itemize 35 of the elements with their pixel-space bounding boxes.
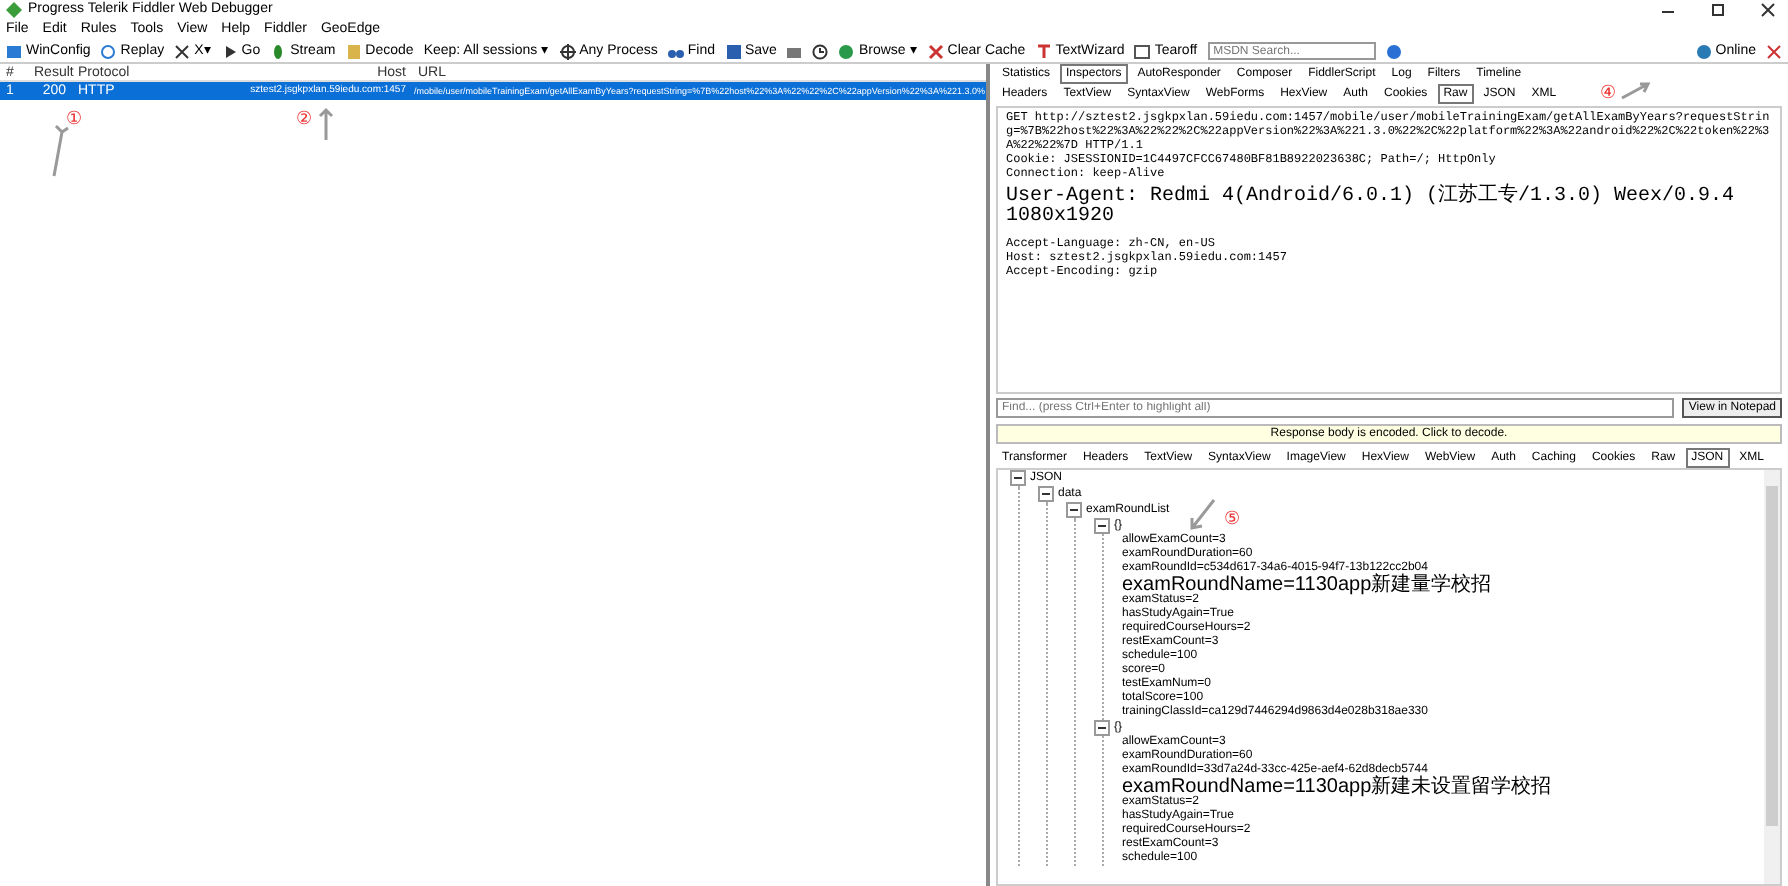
window-icon — [1134, 43, 1151, 59]
annotation-number: ② — [296, 110, 312, 128]
collapse-icon[interactable] — [1038, 486, 1054, 502]
arrow-drawing — [1190, 498, 1216, 530]
clock-icon — [812, 43, 829, 59]
arrow-drawing — [52, 124, 70, 178]
tree-node[interactable]: examRoundName=1130app新建量学校招 — [1122, 576, 1492, 594]
annotation-number: ① — [66, 110, 82, 128]
annotation-number: ④ — [1600, 84, 1616, 102]
globe-icon — [838, 43, 855, 59]
globe-icon — [1695, 43, 1712, 59]
document-icon — [345, 43, 362, 59]
collapse-icon[interactable] — [1094, 518, 1110, 534]
arrow-drawing — [318, 107, 334, 142]
text-icon — [1035, 43, 1052, 59]
close-icon — [174, 43, 191, 59]
play-icon — [221, 43, 238, 59]
scrollbar-thumb[interactable] — [1766, 486, 1778, 826]
collapse-icon[interactable] — [1094, 720, 1110, 736]
help-icon — [1385, 43, 1402, 59]
crosshair-icon — [559, 43, 576, 59]
diamond-logo-icon — [6, 2, 22, 18]
collapse-icon[interactable] — [1010, 470, 1026, 486]
floppy-icon — [725, 43, 741, 59]
arrow-drawing — [1620, 82, 1651, 100]
maximize-icon — [1710, 2, 1726, 18]
close-icon — [1760, 2, 1776, 18]
tree-node[interactable]: examRoundName=1130app新建未设置留学校招 — [1122, 778, 1552, 796]
refresh-icon — [100, 43, 117, 59]
close-icon — [1766, 43, 1782, 59]
scrollbar[interactable] — [1764, 470, 1780, 884]
annotation-number: ⑤ — [1224, 510, 1240, 528]
x-icon — [927, 43, 944, 59]
collapse-icon[interactable] — [1066, 502, 1082, 518]
window-icon — [6, 43, 22, 59]
